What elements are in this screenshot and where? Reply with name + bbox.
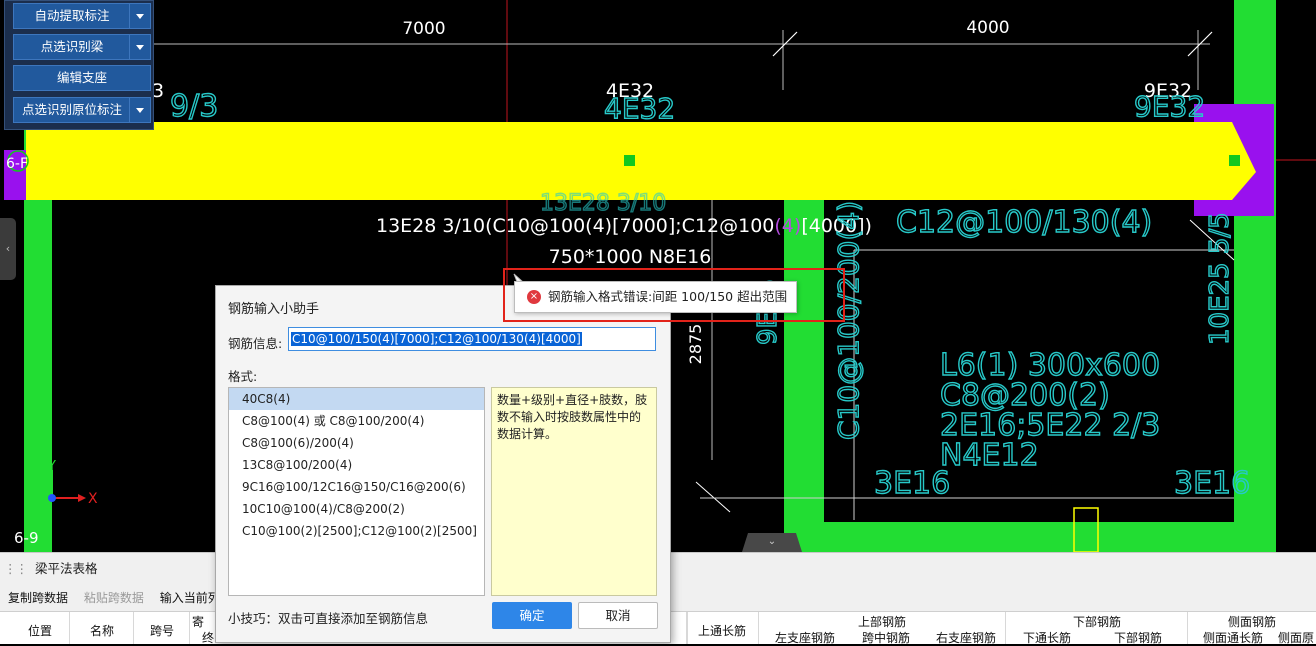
highlight-box [503,268,845,322]
chevron-left-icon: ‹ [5,242,11,255]
format-list-item[interactable]: C8@100(6)/200(4) [229,432,484,454]
ucs-y-label: Y [47,459,56,474]
format-list-item[interactable]: 9C16@100/12C16@150/C16@200(6) [229,476,484,498]
chevron-down-icon[interactable] [129,4,150,28]
rebar-info-value: C10@100/150(4)[7000];C12@100/130(4)[4000… [291,332,582,346]
pick-identify-beam-button[interactable]: 点选识别梁 [13,34,151,60]
column-group-side-rebar[interactable]: 侧面钢筋 [1188,613,1316,630]
dialog-title: 钢筋输入小助手 [228,302,320,317]
cyan-right-top-rebar: 9E32 [1134,90,1205,123]
auto-extract-annotation-button[interactable]: 自动提取标注 [13,3,151,29]
dimension-7000: 7000 [402,19,445,39]
cyan-left-top-rebar: 9/3 [170,89,218,124]
column-header-top-through[interactable]: 上通长筋 [686,622,758,639]
column-header-side-through[interactable]: 侧面通长筋 [1196,629,1270,646]
tip-text: 小技巧：双击可直接添加至钢筋信息 [228,611,429,626]
column-header-mid-span[interactable]: 跨中钢筋 [846,629,926,646]
format-list-item[interactable]: C8@100(4) 或 C8@100/200(4) [229,410,484,432]
format-list-item[interactable]: 40C8(4) [229,388,484,410]
dimension-2875: 2875 [686,324,705,365]
column-group-bottom-rebar[interactable]: 下部钢筋 [1006,613,1188,630]
column-header-left-support[interactable]: 左支座钢筋 [766,629,844,646]
panel-title: ⋮⋮ 梁平法表格 [4,561,98,576]
format-list-item[interactable]: C10@100(2)[2500];C12@100(2)[2500] [229,520,484,542]
format-list-item[interactable]: 13C8@100/200(4) [229,454,484,476]
column-header-right-support[interactable]: 右支座钢筋 [926,629,1006,646]
column-header-side-original[interactable]: 侧面原 [1276,629,1316,646]
side-panel-toggle[interactable]: ‹ [0,218,16,280]
column-header-bottom-through[interactable]: 下通长筋 [1010,629,1084,646]
chevron-down-icon[interactable] [129,98,150,122]
column-header-truncated-2[interactable]: 终 [202,629,214,646]
column-group-top-rebar[interactable]: 上部钢筋 [758,613,1006,630]
ucs-x-label: X [88,491,98,507]
column-header-span[interactable]: 跨号 [134,622,190,639]
beam-section-annotation: 750*1000 N8E16 [549,246,712,268]
cyan-bottom-right-rebar: 3E16 [1174,466,1250,501]
input-current-column-button[interactable]: 输入当前列 [160,591,220,605]
format-list-item[interactable]: 10C10@100(4)/C8@200(2) [229,498,484,520]
cyan-faint-rebar: 13E28 3/10 [540,191,666,216]
cyan-stirrup-label: C12@100/130(4) [896,205,1152,240]
column-header-position[interactable]: 位置 [10,622,70,639]
beam-rebar-annotation: 13E28 3/10(C10@100(4)[7000];C12@100(4)[4… [376,215,872,237]
format-list[interactable]: 40C8(4) C8@100(4) 或 C8@100/200(4) C8@100… [228,387,485,596]
dimension-4000: 4000 [966,18,1009,38]
rebar-input-helper-dialog: 钢筋输入小助手 钢筋信息: C10@100/150(4)[7000];C12@1… [215,285,671,643]
cancel-button[interactable]: 取消 [578,602,658,629]
rebar-info-input[interactable]: C10@100/150(4)[7000];C12@100/130(4)[4000… [288,327,656,351]
cyan-secondary-side-label: N4E12 [940,438,1039,473]
cyan-vertical-rebar-right: 10E25 5/5 [1205,212,1235,345]
axis-label-6-9: 6-9 [14,529,39,547]
format-description: 数量+级别+直径+肢数，肢数不输入时按肢数属性中的数据计算。 [491,387,657,596]
axis-label-6f: 6-F [6,156,28,172]
paste-span-data-button[interactable]: 粘贴跨数据 [84,591,144,605]
cyan-mid-top-rebar: 4E32 [604,92,675,125]
edit-support-button[interactable]: 编辑支座 [13,65,151,91]
format-label: 格式: [228,369,258,384]
cyan-bottom-left-rebar: 3E16 [874,466,950,501]
column-header-bottom-rebar[interactable]: 下部钢筋 [1098,629,1178,646]
rebar-info-label: 钢筋信息: [228,336,283,351]
column-header-name[interactable]: 名称 [72,622,132,639]
column-header-truncated[interactable]: 寄 [192,613,204,630]
ok-button[interactable]: 确定 [492,602,572,629]
chevron-down-icon: ⌄ [767,536,777,547]
drag-grip-icon[interactable]: ⋮⋮ [4,561,28,576]
copy-span-data-button[interactable]: 复制跨数据 [8,591,68,605]
table-toolbar: 复制跨数据 粘贴跨数据 输入当前列 [8,589,232,606]
chevron-down-icon[interactable] [129,35,150,59]
collapse-panel-button[interactable]: ⌄ [742,533,802,552]
pick-identify-original-annotation-button[interactable]: 点选识别原位标注 [13,97,151,123]
recognition-tool-panel: 自动提取标注 点选识别梁 编辑支座 点选识别原位标注 [4,0,154,130]
